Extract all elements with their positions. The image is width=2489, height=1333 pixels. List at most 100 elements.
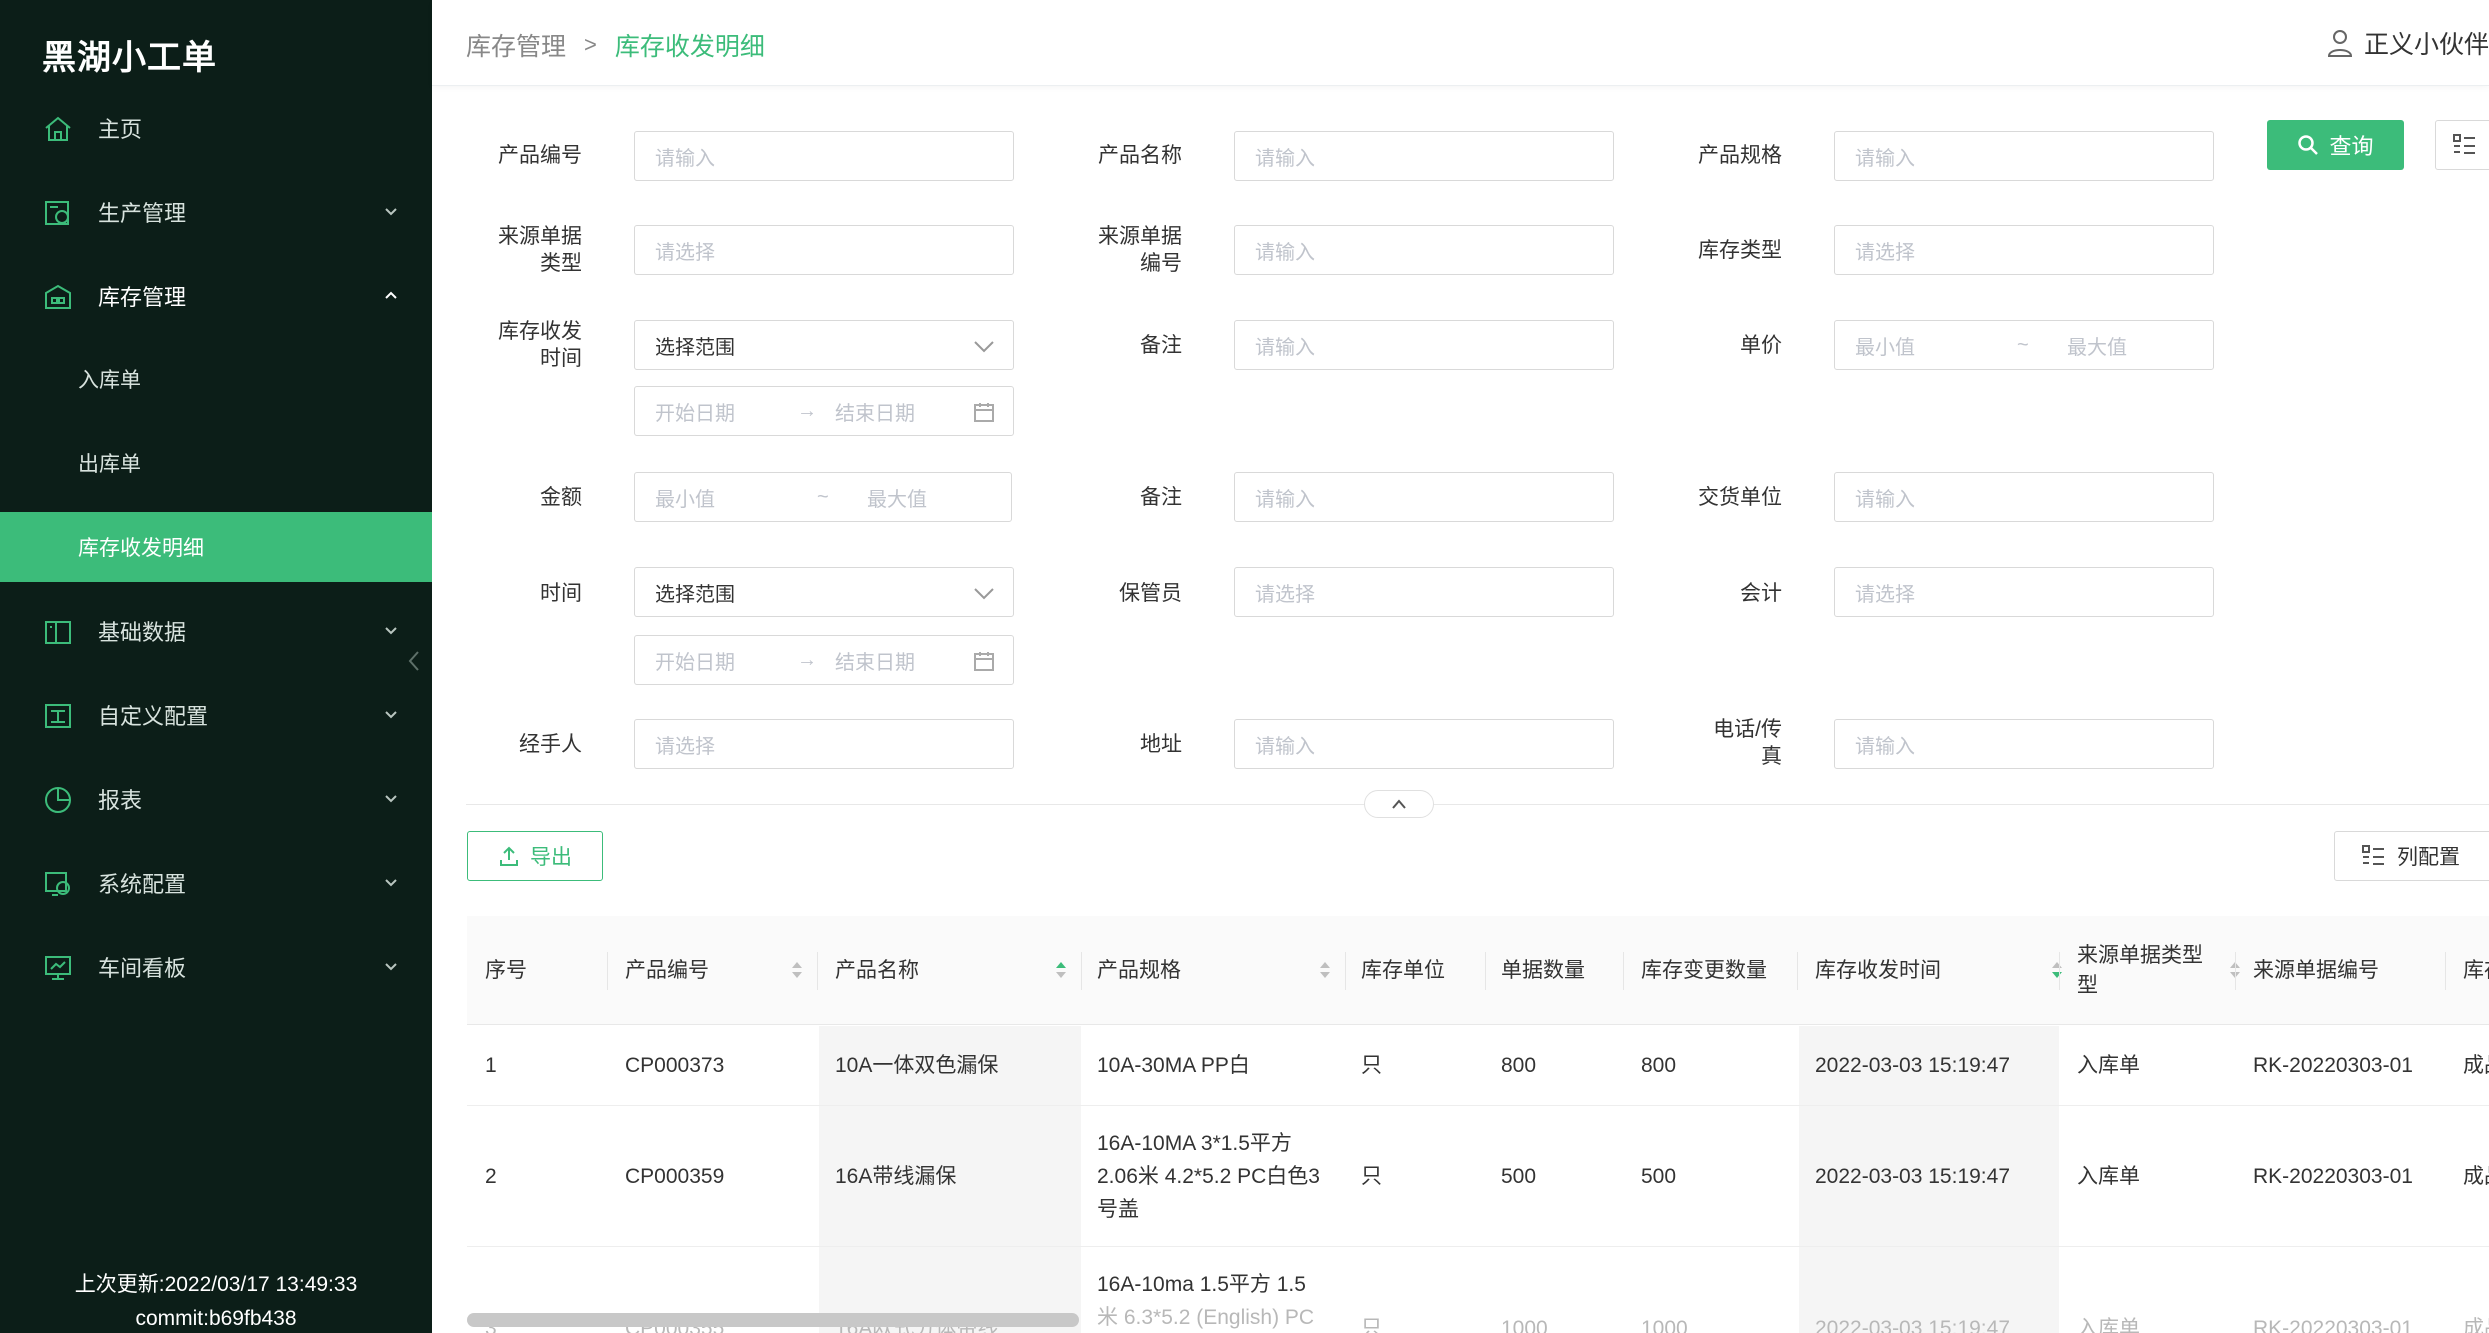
sidebar-collapse-handle[interactable]	[396, 648, 432, 678]
cell-change-qty: 1000	[1641, 1317, 1688, 1333]
product-spec-input[interactable]: 请输入	[1834, 131, 2214, 181]
user-menu[interactable]: 正义小伙伴	[2326, 25, 2489, 61]
label-product-spec: 产品规格	[1698, 144, 1782, 167]
export-button-label: 导出	[530, 846, 572, 869]
sidebar-item-production[interactable]: 生产管理	[0, 170, 432, 254]
table-row[interactable]: 1 CP000373 10A一体双色漏保 10A-30MA PP白 只 800 …	[467, 1026, 2489, 1106]
unit-price-range[interactable]: 最小值 ~ 最大值	[1834, 320, 2214, 370]
sidebar-subitem-stock-detail[interactable]: 库存收发明细	[0, 512, 432, 582]
cell-product-spec: 10A-30MA PP白	[1097, 1054, 1250, 1077]
query-button[interactable]: 查询	[2267, 120, 2404, 170]
sidebar-subitem-outbound[interactable]: 出库单	[0, 428, 432, 498]
time-end-date[interactable]: 结束日期	[835, 646, 915, 675]
filter-divider	[466, 804, 2489, 805]
handler-select[interactable]: 请选择	[634, 719, 1014, 769]
breadcrumb-item-inventory[interactable]: 库存管理	[466, 27, 566, 63]
product-code-input[interactable]: 请输入	[634, 131, 1014, 181]
unit-price-max[interactable]: 最大值	[2067, 331, 2127, 360]
cell-product-spec: 16A-10ma 1.5平方 1.5 米 6.3*5.2 (English) P…	[1097, 1273, 1315, 1329]
col-divider	[607, 952, 608, 990]
cell-more: 成品	[2463, 1054, 2489, 1077]
label-handler: 经手人	[519, 733, 582, 756]
stock-type-select[interactable]: 请选择	[1834, 225, 2214, 275]
cell-product-name: 10A一体双色漏保	[835, 1054, 999, 1077]
col-source-no: 来源单据编号	[2253, 958, 2379, 982]
delivery-unit-input[interactable]: 请输入	[1834, 472, 2214, 522]
cell-io-time: 2022-03-03 15:19:47	[1815, 1165, 2010, 1188]
query-button-label: 查询	[2329, 134, 2374, 159]
remark-2-input[interactable]: 请输入	[1234, 472, 1614, 522]
time-range-select[interactable]: 选择范围	[634, 567, 1014, 617]
cell-product-name: 16A带线漏保	[835, 1165, 957, 1188]
col-product-spec[interactable]: 产品规格	[1097, 916, 1345, 1025]
chevron-down-icon	[974, 341, 994, 353]
commit-hash: commit:b69fb438	[135, 1307, 297, 1330]
table-row[interactable]: 2 CP000359 16A带线漏保 16A-10MA 3*1.5平方 2.06…	[467, 1107, 2489, 1247]
chevron-down-icon	[974, 588, 994, 600]
sidebar-item-workshop-board[interactable]: 车间看板	[0, 925, 432, 1009]
col-product-name[interactable]: 产品名称	[835, 916, 1081, 1025]
label-amount: 金额	[540, 486, 582, 509]
cell-doc-qty: 1000	[1501, 1317, 1548, 1333]
cell-source-type: 入库单	[2077, 1317, 2140, 1333]
time-date-range[interactable]: 开始日期 → 结束日期	[634, 635, 1014, 685]
source-type-select[interactable]: 请选择	[634, 225, 1014, 275]
col-io-time[interactable]: 库存收发时间	[1815, 916, 2077, 1025]
sidebar-item-label: 系统配置	[98, 872, 187, 897]
sidebar-item-reports[interactable]: 报表	[0, 757, 432, 841]
export-button[interactable]: 导出	[467, 831, 603, 881]
remark-1-input[interactable]: 请输入	[1234, 320, 1614, 370]
io-time-end-date[interactable]: 结束日期	[835, 397, 915, 426]
col-product-code[interactable]: 产品编号	[625, 916, 817, 1025]
column-config-button[interactable]: 列配置	[2334, 831, 2489, 881]
cell-io-time: 2022-03-03 15:19:47	[1815, 1317, 2010, 1333]
sidebar-item-system-config[interactable]: 系统配置	[0, 841, 432, 925]
sidebar-item-custom-config[interactable]: 自定义配置	[0, 673, 432, 757]
cell-source-no: RK-20220303-01	[2253, 1165, 2413, 1188]
time-start-date[interactable]: 开始日期	[655, 646, 735, 675]
keeper-select[interactable]: 请选择	[1234, 567, 1614, 617]
col-doc-qty: 单据数量	[1501, 958, 1585, 982]
table-header: 序号 产品编号 产品名称 产品规格 库存单位 单据数量 库存变更数量 库存收发时…	[467, 916, 2489, 1025]
unit-price-min[interactable]: 最小值	[1855, 331, 1915, 360]
amount-max[interactable]: 最大值	[867, 483, 927, 512]
address-input[interactable]: 请输入	[1234, 719, 1614, 769]
col-source-type[interactable]: 来源单据类型 型	[2077, 916, 2255, 1025]
sidebar-item-label: 主页	[98, 117, 143, 142]
cell-source-no: RK-20220303-01	[2253, 1317, 2413, 1333]
sidebar-item-label: 自定义配置	[98, 704, 209, 729]
filter-collapse-toggle[interactable]	[1364, 790, 1434, 818]
sidebar-subitem-inbound[interactable]: 入库单	[0, 344, 432, 414]
cell-stock-unit: 只	[1361, 1165, 1382, 1188]
io-time-range-select[interactable]: 选择范围	[634, 320, 1014, 370]
cell-product-code: CP000359	[625, 1165, 725, 1188]
label-phone-fax: 电话/传 真	[1713, 718, 1782, 768]
col-divider	[1081, 952, 1082, 990]
label-source-no: 来源单据 编号	[1098, 225, 1182, 275]
label-remark-2: 备注	[1140, 486, 1182, 509]
list-settings-icon	[2453, 134, 2475, 154]
amount-min[interactable]: 最小值	[655, 483, 715, 512]
sidebar-item-home[interactable]: 主页	[0, 86, 432, 170]
source-no-input[interactable]: 请输入	[1234, 225, 1614, 275]
chevron-up-icon	[1392, 799, 1406, 809]
config-icon	[45, 704, 71, 728]
io-time-start-date[interactable]: 开始日期	[655, 397, 735, 426]
cell-source-type: 入库单	[2077, 1165, 2140, 1188]
label-unit-price: 单价	[1740, 334, 1782, 357]
label-remark-1: 备注	[1140, 334, 1182, 357]
col-divider	[2235, 952, 2236, 990]
user-name: 正义小伙伴	[2363, 31, 2489, 59]
label-address: 地址	[1140, 733, 1182, 756]
amount-range[interactable]: 最小值 ~ 最大值	[634, 472, 1012, 522]
column-config-top-button[interactable]	[2435, 120, 2489, 170]
phone-fax-input[interactable]: 请输入	[1834, 719, 2214, 769]
table-horizontal-scrollbar[interactable]	[467, 1313, 1079, 1327]
cell-io-time: 2022-03-03 15:19:47	[1815, 1054, 2010, 1077]
sidebar-item-inventory[interactable]: 库存管理	[0, 254, 432, 338]
sidebar-item-basic-data[interactable]: 基础数据	[0, 589, 432, 673]
product-name-input[interactable]: 请输入	[1234, 131, 1614, 181]
accountant-select[interactable]: 请选择	[1834, 567, 2214, 617]
sidebar-item-label: 库存管理	[98, 285, 187, 310]
io-time-date-range[interactable]: 开始日期 → 结束日期	[634, 386, 1014, 436]
